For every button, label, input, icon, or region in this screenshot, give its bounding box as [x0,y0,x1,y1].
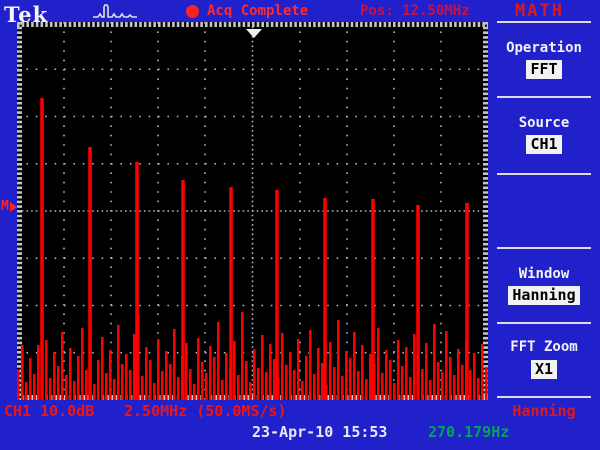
menu-label-operation: Operation [488,40,600,56]
frequency-scale-readout: 2.50MHz (50.0MS/s) [124,402,287,420]
datetime-readout: 23-Apr-10 15:53 [252,423,387,441]
menu-label-window: Window [488,266,600,282]
menu-option-fft-zoom[interactable]: X1 [488,359,600,379]
waveform-display [17,22,488,400]
menu-divider [497,322,591,324]
menu-divider [497,173,591,175]
menu-option-operation[interactable]: FFT [488,59,600,79]
operation-value-button[interactable]: FFT [526,60,561,79]
menu-label-fft-zoom: FFT Zoom [488,339,600,355]
window-status: Hanning [488,402,600,420]
fft-zoom-value-button[interactable]: X1 [531,360,557,379]
math-trace-marker: M [1,199,17,214]
window-value-button[interactable]: Hanning [508,286,579,305]
menu-divider [497,247,591,249]
acquisition-status-icon [186,5,199,18]
menu-option-window[interactable]: Hanning [488,285,600,305]
menu-divider [497,21,591,23]
math-trace-marker-label: M [1,199,9,214]
menu-option-source[interactable]: CH1 [488,134,600,154]
channel-scale-readout: CH1 10.0dB [4,402,94,420]
source-value-button[interactable]: CH1 [526,135,561,154]
arrow-right-icon [10,202,17,212]
menu-divider [497,396,591,398]
soft-menu-sidebar: Operation FFT Source CH1 Window Hanning … [488,0,600,450]
horizontal-position-readout: Pos: 12.50MHz [360,3,470,19]
menu-label-source: Source [488,115,600,131]
acquisition-status: Acq Complete [207,3,308,19]
trigger-waveform-icon [92,2,142,21]
fft-spectrum-trace [17,22,488,400]
oscilloscope-screen: Tek Acq Complete Pos: 12.50MHz MATH [0,0,600,450]
horizontal-position-marker-icon [246,29,262,38]
menu-divider [497,96,591,98]
trigger-frequency-readout: 270.179Hz [428,423,509,441]
